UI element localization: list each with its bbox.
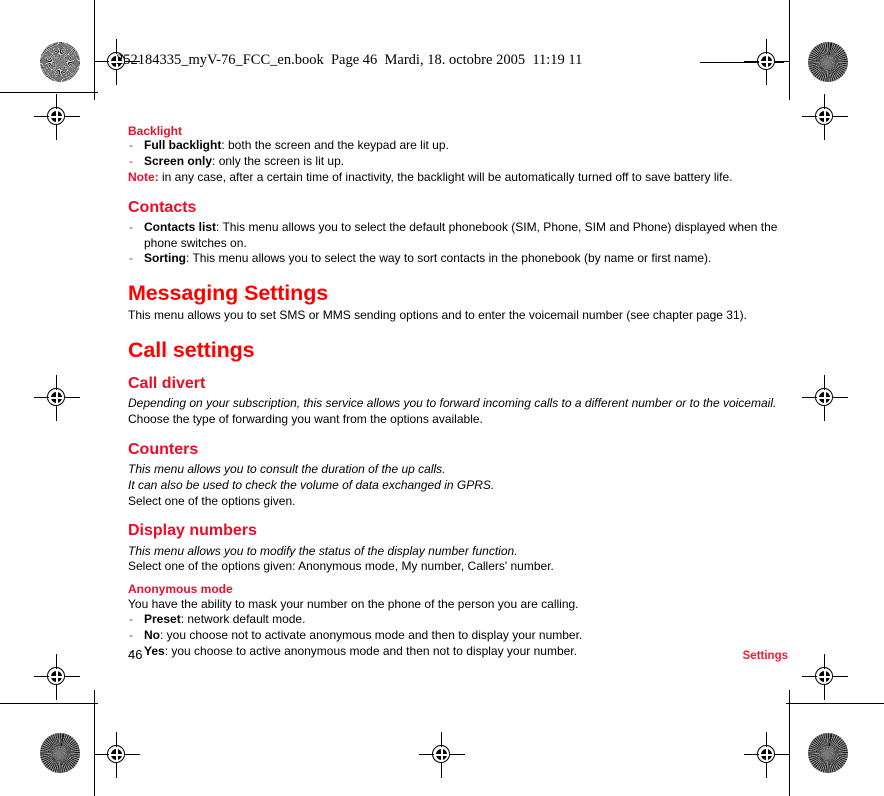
- contacts-options-list: - Contacts list: This menu allows you to …: [128, 220, 788, 267]
- counters-paragraph: Select one of the options given.: [128, 493, 296, 508]
- registration-mark-upper-right-inner: [802, 94, 848, 140]
- list-item: - Sorting: This menu allows you to select…: [128, 251, 788, 267]
- dash-bullet-icon: -: [129, 612, 133, 627]
- page-footer: 46 Settings: [128, 647, 788, 662]
- rosette-mark-bottom-right: [808, 733, 848, 773]
- option-term: Full backlight: [144, 138, 222, 153]
- dash-bullet-icon: -: [129, 219, 133, 234]
- rosette-mark-top-right: [808, 42, 848, 82]
- trim-line-bottom-left-horizontal: [0, 703, 98, 704]
- registration-mark-middle-left: [34, 375, 80, 421]
- option-description: : both the screen and the keypad are lit…: [221, 138, 449, 153]
- counters-italic-line-1: This menu allows you to consult the dura…: [128, 462, 446, 477]
- option-term: Contacts list: [144, 219, 217, 234]
- registration-mark-bottom-center: [419, 732, 465, 778]
- note-text: in any case, after a certain time of ina…: [158, 169, 733, 184]
- list-item: - Preset: network default mode.: [128, 612, 788, 628]
- dash-bullet-icon: -: [129, 154, 133, 169]
- trim-line-left-vertical: [94, 0, 95, 100]
- trim-line-top-left-horizontal: [0, 92, 98, 93]
- registration-mark-top-right: [744, 39, 790, 85]
- backlight-options-list: - Full backlight: both the screen and the…: [128, 138, 788, 169]
- option-description: : you choose not to activate anonymous m…: [160, 628, 583, 642]
- display-numbers-italic-line: This menu allows you to modify the statu…: [128, 543, 518, 558]
- dash-bullet-icon: -: [129, 138, 133, 153]
- list-item: - Contacts list: This menu allows you to …: [128, 220, 788, 251]
- book-file-slug: 252184335_myV-76_FCC_en.book Page 46 Mar…: [116, 52, 583, 68]
- heading-call-settings: Call settings: [128, 337, 255, 362]
- counters-italic-line-2: It can also be used to check the volume …: [128, 477, 495, 492]
- heading-call-divert: Call divert: [128, 374, 206, 392]
- option-description: : This menu allows you to select the def…: [144, 219, 778, 250]
- page-content: Backlight - Full backlight: both the scre…: [128, 124, 788, 659]
- running-head-label: Settings: [742, 650, 788, 662]
- rosette-mark-bottom-left: [40, 733, 80, 773]
- heading-backlight: Backlight: [128, 124, 183, 138]
- heading-contacts: Contacts: [128, 198, 197, 216]
- trim-line-right-vertical-bottom: [789, 690, 790, 796]
- trim-line-top-right-horizontal: [700, 62, 784, 63]
- note-label: Note:: [128, 169, 159, 184]
- option-description: : This menu allows you to select the way…: [186, 251, 712, 266]
- call-divert-italic-line: Depending on your subscription, this ser…: [128, 396, 777, 411]
- registration-mark-lower-right-inner: [802, 654, 848, 700]
- heading-counters: Counters: [128, 440, 199, 458]
- display-numbers-paragraph: Select one of the options given: Anonymo…: [128, 559, 554, 574]
- option-term: No: [144, 628, 160, 642]
- trim-line-bottom-right-horizontal: [786, 703, 884, 704]
- registration-mark-middle-right: [802, 375, 848, 421]
- dash-bullet-icon: -: [129, 628, 133, 642]
- trim-line-left-vertical-bottom: [94, 690, 95, 796]
- option-term: Preset: [144, 612, 181, 627]
- list-item: - Full backlight: both the screen and the…: [128, 138, 788, 154]
- registration-mark-bottom-right: [744, 732, 790, 778]
- heading-display-numbers: Display numbers: [128, 522, 257, 540]
- registration-mark-upper-left-inner: [34, 94, 80, 140]
- heading-anonymous-mode: Anonymous mode: [128, 582, 233, 597]
- anonymous-mode-intro: You have the ability to mask your number…: [128, 596, 579, 611]
- backlight-note: Note: in any case, after a certain time …: [128, 170, 788, 186]
- option-term: Sorting: [144, 251, 186, 266]
- option-description: : network default mode.: [180, 612, 306, 627]
- list-item: - No: you choose not to activate anonymou…: [128, 628, 788, 644]
- rosette-mark-top-left: [40, 42, 80, 82]
- registration-mark-lower-left-inner: [34, 654, 80, 700]
- registration-mark-bottom-left: [94, 732, 140, 778]
- option-description: : only the screen is lit up.: [212, 154, 345, 169]
- page-number: 46: [128, 647, 143, 662]
- heading-messaging-settings: Messaging Settings: [128, 281, 329, 306]
- messaging-settings-paragraph: This menu allows you to set SMS or MMS s…: [128, 308, 747, 323]
- call-divert-paragraph: Choose the type of forwarding you want f…: [128, 412, 483, 427]
- dash-bullet-icon: -: [129, 251, 133, 266]
- list-item: - Screen only: only the screen is lit up.: [128, 154, 788, 170]
- option-term: Screen only: [144, 154, 213, 169]
- trim-line-right-vertical: [789, 0, 790, 100]
